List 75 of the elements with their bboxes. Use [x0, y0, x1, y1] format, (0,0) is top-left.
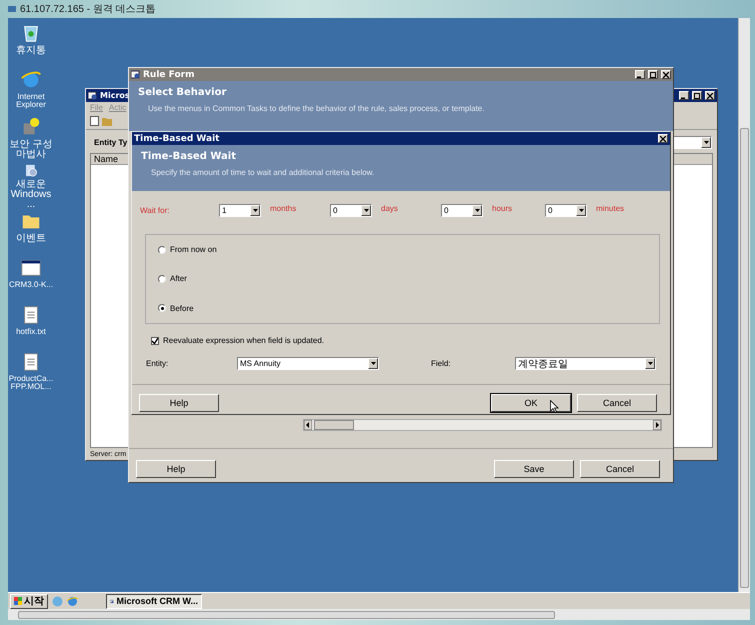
- remote-desktop-icon: [8, 5, 16, 13]
- close-icon: [660, 136, 666, 142]
- scroll-thumb[interactable]: [18, 610, 555, 618]
- desktop-icon-label[interactable]: hotfix.txt: [8, 328, 56, 336]
- section-heading: Select Behavior: [138, 87, 228, 98]
- unit-label: days: [381, 204, 398, 213]
- dialog-button[interactable]: Help: [139, 394, 219, 412]
- scroll-thumb[interactable]: [314, 420, 354, 430]
- desktop-icon-label[interactable]: 휴지통: [8, 46, 56, 56]
- window-title: Time-Based Wait: [134, 134, 220, 144]
- mouse-cursor-icon: [550, 400, 559, 413]
- dialog-button[interactable]: Help: [136, 460, 216, 478]
- field-label: Entity:: [146, 359, 170, 368]
- checkbox-option[interactable]: Reevaluate expression when field is updated.: [151, 336, 670, 345]
- checkbox[interactable]: [151, 336, 159, 344]
- radio-option[interactable]: After: [158, 274, 647, 284]
- desktop-icon-label[interactable]: 이벤트: [8, 234, 56, 244]
- unit-label: months: [270, 204, 296, 213]
- vertical-scrollbar[interactable]: [738, 18, 750, 592]
- start-button[interactable]: 시작: [10, 594, 48, 608]
- number-dropdown[interactable]: 1: [219, 204, 261, 217]
- radio-button[interactable]: [158, 246, 166, 254]
- radio-button[interactable]: [158, 304, 166, 312]
- close-button[interactable]: [661, 70, 671, 79]
- number-dropdown[interactable]: 0: [441, 204, 483, 217]
- horizontal-scrollbar[interactable]: [8, 609, 750, 620]
- dialog-button[interactable]: Save: [494, 460, 574, 478]
- close-icon: [663, 72, 669, 78]
- dropdown[interactable]: [672, 136, 712, 149]
- scroll-left-arrow[interactable]: [304, 420, 312, 430]
- desktop-icon-label[interactable]: 새로운 Windows ...: [8, 180, 56, 210]
- scroll-right-arrow[interactable]: [653, 420, 661, 430]
- field-label: Wait for:: [140, 206, 170, 215]
- radio-dot-icon: [160, 306, 164, 310]
- unit-label: minutes: [596, 204, 624, 213]
- desktop-icon-label[interactable]: CRM3.0-K...: [8, 281, 56, 289]
- maximize-icon: [650, 72, 656, 78]
- window-icon[interactable]: [20, 257, 42, 279]
- dialog-button[interactable]: OK: [491, 394, 571, 412]
- radio-option[interactable]: From now on: [158, 245, 647, 254]
- dialog-button[interactable]: Cancel: [577, 394, 657, 412]
- entity-dropdown[interactable]: MS Annuity: [237, 357, 379, 370]
- four-color-logo-icon: [14, 597, 22, 605]
- radio-button[interactable]: [158, 274, 166, 283]
- window-title: Rule Form: [143, 70, 194, 80]
- close-button[interactable]: [658, 134, 668, 143]
- field-label: Field:: [431, 359, 452, 368]
- section-description: Use the menus in Common Tasks to define the behavior of the rule, sales process, or template.: [147, 104, 486, 113]
- minimize-button[interactable]: [635, 70, 645, 79]
- number-dropdown[interactable]: 0: [545, 204, 587, 217]
- desktop-icon-label[interactable]: 보안 구성 마법사: [8, 140, 56, 160]
- dialog-button[interactable]: Cancel: [580, 460, 660, 478]
- desktop-icon-label[interactable]: ProductCa... FPP.MOL...: [8, 375, 56, 391]
- horizontal-scrollbar[interactable]: [303, 419, 662, 431]
- radio-option[interactable]: Before: [158, 304, 647, 313]
- close-button[interactable]: [705, 91, 715, 100]
- scroll-thumb[interactable]: [740, 128, 749, 588]
- field-dropdown[interactable]: 계약종료일: [515, 357, 656, 370]
- section-description: Specify the amount of time to wait and additional criteria below.: [150, 168, 376, 177]
- desktop-icon-label[interactable]: Internet Explorer: [8, 93, 56, 109]
- taskbar-button[interactable]: Microsoft CRM W...: [106, 594, 202, 608]
- maximize-icon: [694, 92, 700, 98]
- field-label: Entity Ty: [94, 138, 128, 147]
- minimize-button[interactable]: [679, 91, 689, 100]
- app-icon: [88, 91, 97, 100]
- window-title: 61.107.72.165 - 원격 데스크톱: [20, 3, 156, 16]
- number-dropdown[interactable]: 0: [330, 204, 372, 217]
- close-icon: [707, 92, 713, 98]
- maximize-button[interactable]: [692, 91, 702, 100]
- unit-label: hours: [492, 204, 512, 213]
- section-heading: Time-Based Wait: [141, 151, 237, 162]
- maximize-button[interactable]: [648, 70, 658, 79]
- window-title: Micros: [100, 91, 130, 100]
- app-icon: [131, 70, 140, 79]
- new-document-icon[interactable]: [90, 116, 99, 126]
